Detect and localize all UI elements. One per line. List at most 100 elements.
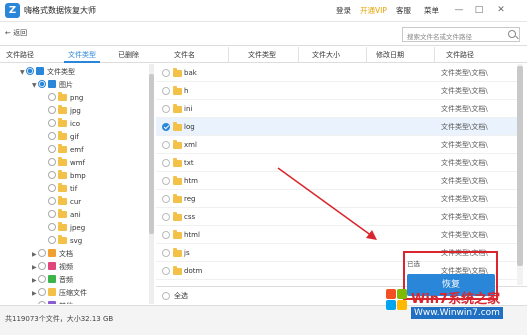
menu-link[interactable]: 菜单 [424,5,439,16]
tree-item-bmp[interactable]: bmp [48,170,86,182]
tree-checkbox[interactable] [48,145,56,153]
expand-down-icon[interactable]: ▼ [32,80,38,92]
tab-file-type[interactable]: 文件类型 [68,50,96,60]
table-row[interactable]: ini 文件类型\文档\ [156,100,517,118]
tree-item-jpeg[interactable]: jpeg [48,222,85,234]
tree-item-wmf[interactable]: wmf [48,157,85,169]
tree-item-cur[interactable]: cur [48,196,81,208]
search-input[interactable]: 搜索文件名或文件路径 [402,27,520,42]
tree-checkbox[interactable] [48,132,56,140]
tree-checkbox[interactable] [48,119,56,127]
tree-checkbox[interactable] [26,67,34,75]
tree-item-ico[interactable]: ico [48,118,80,130]
tree-checkbox[interactable] [48,197,56,205]
column-separator[interactable] [228,47,229,63]
support-link[interactable]: 客服 [396,5,411,16]
tree-checkbox[interactable] [48,93,56,101]
tree-item-gif[interactable]: gif [48,131,79,143]
row-checkbox[interactable] [162,249,170,257]
row-checkbox[interactable] [162,141,170,149]
tree-checkbox[interactable] [38,249,46,257]
tree-item-tif[interactable]: tif [48,183,77,195]
tab-deleted[interactable]: 已删除 [118,50,139,60]
search-icon[interactable] [508,30,516,38]
folder-icon [173,86,182,95]
table-scrollbar[interactable] [517,64,523,285]
column-header-type[interactable]: 文件类型 [248,50,276,60]
column-header-date[interactable]: 修改日期 [376,50,404,60]
column-header-path[interactable]: 文件路径 [446,50,474,60]
close-button[interactable]: ✕ [494,3,508,17]
expand-right-icon[interactable]: ▶ [32,249,38,261]
column-separator[interactable] [366,47,367,63]
folder-icon [173,104,182,113]
table-row[interactable]: xml 文件类型\文档\ [156,136,517,154]
column-separator[interactable] [298,47,299,63]
row-checkbox[interactable] [162,195,170,203]
table-row[interactable]: htm 文件类型\文档\ [156,172,517,190]
table-row[interactable]: css 文件类型\文档\ [156,208,517,226]
vip-link[interactable]: 开通VIP [360,5,387,16]
table-row[interactable]: h 文件类型\文档\ [156,82,517,100]
tree-item-jpg[interactable]: jpg [48,105,81,117]
table-row[interactable]: reg 文件类型\文档\ [156,190,517,208]
tree-item-category[interactable]: ▶其他 [32,300,73,304]
tree-checkbox[interactable] [48,236,56,244]
back-button[interactable]: ← 返回 [5,28,27,38]
tree-item-pictures[interactable]: ▼ 图片 [32,79,73,91]
tree-item-emf[interactable]: emf [48,144,84,156]
expand-right-icon[interactable]: ▶ [32,275,38,287]
expand-down-icon[interactable]: ▼ [20,67,26,79]
tree-checkbox[interactable] [48,210,56,218]
tree-root[interactable]: ▼ 文件类型 [20,66,75,78]
table-scroll-thumb[interactable] [517,66,523,266]
table-row[interactable]: html 文件类型\文档\ [156,226,517,244]
tree-checkbox[interactable] [38,262,46,270]
tree-checkbox[interactable] [48,171,56,179]
expand-right-icon[interactable]: ▶ [32,262,38,274]
row-checkbox[interactable] [162,213,170,221]
login-link[interactable]: 登录 [336,5,351,16]
expand-right-icon[interactable]: ▶ [32,288,38,300]
row-checkbox[interactable] [162,231,170,239]
row-checkbox[interactable] [162,159,170,167]
tree-checkbox[interactable] [48,184,56,192]
column-header-size[interactable]: 文件大小 [312,50,340,60]
row-checkbox[interactable] [162,69,170,77]
category-icon [48,288,56,296]
select-all-checkbox[interactable] [162,292,170,300]
tree-scrollbar[interactable] [149,64,154,304]
file-name: xml [184,141,197,149]
table-row[interactable]: txt 文件类型\文档\ [156,154,517,172]
minimize-button[interactable]: — [452,3,466,17]
tree-item-category[interactable]: ▶ 视频 [32,261,73,273]
row-checkbox[interactable] [162,105,170,113]
tree-checkbox[interactable] [48,106,56,114]
row-checkbox[interactable] [162,87,170,95]
tree-checkbox[interactable] [48,223,56,231]
table-row[interactable]: bak 文件类型\文档\ [156,64,517,82]
tree-checkbox[interactable] [38,301,46,304]
maximize-button[interactable]: □ [472,3,486,17]
column-header-name[interactable]: 文件名 [174,50,195,60]
row-checkbox[interactable] [162,123,170,131]
tree-checkbox[interactable] [38,288,46,296]
row-checkbox[interactable] [162,267,170,275]
folder-icon [58,183,67,192]
tree-item-category[interactable]: ▶ 音频 [32,274,73,286]
tree-checkbox[interactable] [38,80,46,88]
tree-item-png[interactable]: png [48,92,83,104]
active-tab-indicator [64,61,100,63]
tree-checkbox[interactable] [38,275,46,283]
tree-item-ani[interactable]: ani [48,209,81,221]
row-checkbox[interactable] [162,177,170,185]
tree-item-category[interactable]: ▶ 压缩文件 [32,287,87,299]
tree-checkbox[interactable] [48,158,56,166]
tree-item-category[interactable]: ▶ 文档 [32,248,73,260]
table-row[interactable]: log 文件类型\文档\ [156,118,517,136]
column-separator[interactable] [434,47,435,63]
select-all-label[interactable]: 全选 [174,291,188,301]
tree-scroll-thumb[interactable] [149,74,154,234]
tab-file-path[interactable]: 文件路径 [6,50,34,60]
tree-item-svg[interactable]: svg [48,235,82,247]
